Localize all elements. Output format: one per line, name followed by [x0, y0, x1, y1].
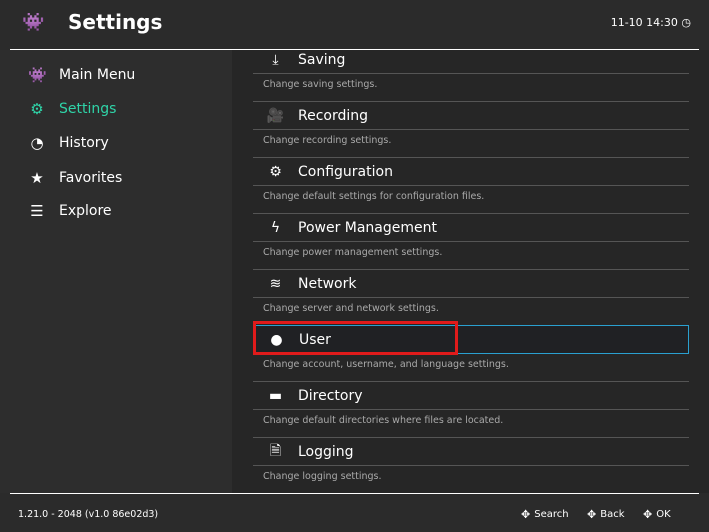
- entry-desc: Change recording settings.: [263, 135, 392, 146]
- dpad-icon: ✥: [521, 508, 531, 521]
- history-icon: ◔: [30, 134, 44, 152]
- header: 👾 Settings 11-10 14:30 ◷: [0, 0, 709, 49]
- highlight-box: [253, 321, 458, 355]
- entry-saving[interactable]: ⤓ Saving Change saving settings.: [253, 50, 690, 102]
- entry-recording[interactable]: 🎥 Recording Change recording settings.: [253, 102, 690, 158]
- gear-icon: ⚙: [30, 100, 44, 118]
- entry-title: Saving: [298, 51, 346, 68]
- camera-icon: 🎥: [266, 107, 285, 124]
- file-icon: 🗎: [269, 442, 282, 459]
- hint-label: OK: [656, 509, 671, 520]
- dpad-icon: ✥: [643, 508, 653, 521]
- entry-title: Network: [298, 275, 357, 292]
- entry-title: Logging: [298, 443, 354, 460]
- sidebar-item-main-menu[interactable]: 👾 Main Menu: [28, 64, 135, 86]
- entry-desc: Change power management settings.: [263, 247, 443, 258]
- wifi-icon: ≋: [269, 275, 282, 292]
- sidebar-item-label: Main Menu: [59, 67, 136, 83]
- clock-icon: ◷: [681, 16, 691, 29]
- entry-power-management[interactable]: ϟ Power Management Change power management…: [253, 214, 690, 270]
- entry-desc: Change default directories where files a…: [263, 415, 504, 426]
- sidebar-item-explore[interactable]: ☰ Explore: [28, 200, 112, 222]
- entry-desc: Change account, username, and language s…: [263, 359, 509, 370]
- database-icon: ☰: [30, 202, 44, 220]
- invader-icon: 👾: [28, 66, 47, 84]
- entry-desc: Change default settings for configuratio…: [263, 191, 485, 202]
- sidebar-item-favorites[interactable]: ★ Favorites: [28, 167, 122, 189]
- footer-divider: [10, 493, 699, 494]
- bolt-icon: ϟ: [270, 219, 281, 236]
- gears-icon: ⚙: [269, 163, 282, 180]
- ok-hint[interactable]: ✥ OK: [643, 508, 671, 521]
- sidebar-item-history[interactable]: ◔ History: [28, 132, 109, 154]
- entry-configuration[interactable]: ⚙ Configuration Change default settings fo…: [253, 158, 690, 214]
- back-hint[interactable]: ✥ Back: [587, 508, 625, 521]
- dpad-icon: ✥: [587, 508, 597, 521]
- sidebar-item-label: Explore: [59, 203, 112, 219]
- clock: 11-10 14:30 ◷: [611, 16, 691, 29]
- entry-logging[interactable]: 🗎 Logging Change logging settings.: [253, 438, 690, 493]
- page-title: Settings: [68, 10, 163, 34]
- hint-label: Back: [600, 509, 625, 520]
- entry-title: Recording: [298, 107, 369, 124]
- clock-text: 11-10 14:30: [610, 16, 678, 29]
- hint-label: Search: [534, 509, 569, 520]
- settings-list[interactable]: ⤓ Saving Change saving settings. 🎥 Recordin…: [232, 50, 709, 493]
- sidebar-item-label: Settings: [59, 101, 117, 117]
- star-icon: ★: [30, 169, 44, 187]
- entry-network[interactable]: ≋ Network Change server and network settin…: [253, 270, 690, 326]
- sidebar-item-label: Favorites: [59, 170, 123, 186]
- download-icon: ⤓: [272, 51, 279, 68]
- entry-directory[interactable]: ▬ Directory Change default directories whe…: [253, 382, 690, 438]
- sidebar-item-label: History: [59, 135, 109, 151]
- search-hint[interactable]: ✥ Search: [521, 508, 569, 521]
- entry-desc: Change saving settings.: [263, 79, 378, 90]
- folder-icon: ▬: [268, 387, 283, 404]
- sidebar: 👾 Main Menu ⚙ Settings ◔ History ★ Favorites…: [0, 50, 232, 493]
- version-text: 1.21.0 - 2048 (v1.0 86e02d3): [18, 509, 159, 520]
- entry-desc: Change server and network settings.: [263, 303, 439, 314]
- entry-title: Directory: [298, 387, 363, 404]
- entry-title: Power Management: [298, 219, 438, 236]
- entry-desc: Change logging settings.: [263, 471, 382, 482]
- sidebar-item-settings[interactable]: ⚙ Settings: [28, 98, 116, 120]
- entry-title: Configuration: [298, 163, 393, 180]
- invader-icon: 👾: [22, 12, 45, 33]
